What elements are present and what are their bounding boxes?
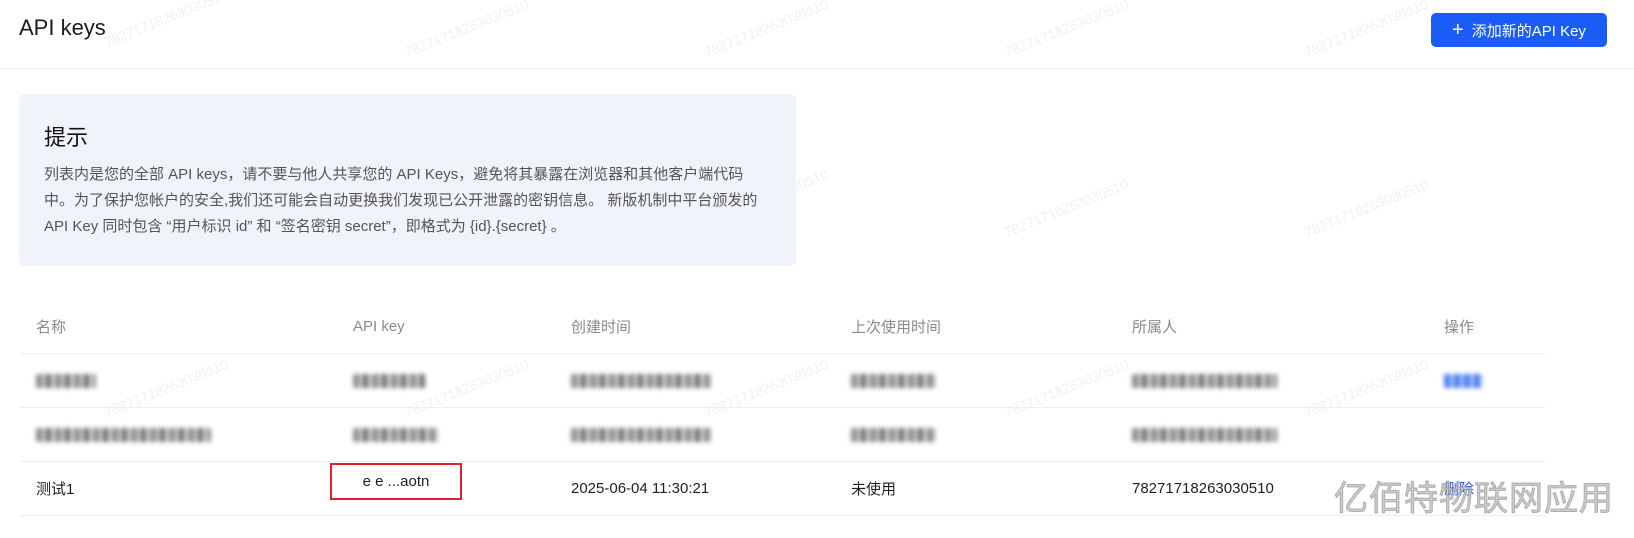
table-row: 测试1 e e ...aotn 2025-06-04 11:30:21 未使用 … (20, 462, 1545, 516)
column-header-name: 名称 (36, 319, 67, 336)
last-used-cell-redacted (851, 408, 936, 461)
tip-line: API Key 同时包含 “用户标识 id” 和 “签名密钥 secret”，即… (44, 218, 566, 235)
table-header-row: 名称 API key 创建时间 上次使用时间 所属人 操作 (20, 300, 1545, 354)
table-row (20, 408, 1545, 462)
name-cell-redacted (36, 354, 96, 407)
api-key-cell-redacted (353, 354, 425, 407)
brand-watermark: 亿佰特物联网应用 (1334, 479, 1614, 520)
api-keys-table: 名称 API key 创建时间 上次使用时间 所属人 操作 测试1 e e ..… (20, 300, 1545, 516)
page-title: API keys (19, 15, 106, 40)
tip-line: 中。为了保护您帐户的安全,我们还可能会自动更换我们发现已公开泄露的密钥信息。 新… (44, 192, 758, 209)
tip-title: 提示 (44, 125, 89, 150)
column-header-api-key: API key (353, 318, 405, 335)
column-header-owner: 所属人 (1132, 319, 1178, 336)
created-cell-redacted (571, 408, 711, 461)
api-key-highlight-box: e e ...aotn (330, 463, 462, 500)
table-row (20, 354, 1545, 408)
tip-body: 列表内是您的全部 API keys，请不要与他人共享您的 API Keys，避免… (44, 162, 774, 240)
add-api-key-button[interactable]: + 添加新的API Key (1431, 13, 1607, 47)
last-used-cell: 未使用 (851, 481, 897, 498)
owner-cell-redacted (1132, 354, 1277, 407)
tip-line: 列表内是您的全部 API keys，请不要与他人共享您的 API Keys，避免… (44, 166, 744, 183)
watermark-text: 78271718263030510 (1001, 175, 1131, 241)
api-key-value: e e ...aotn (362, 473, 430, 490)
name-cell-redacted (36, 408, 211, 461)
add-api-key-label: 添加新的API Key (1471, 22, 1586, 40)
name-cell: 测试1 (36, 481, 75, 498)
created-cell: 2025-06-04 11:30:21 (571, 480, 710, 497)
column-header-last-used: 上次使用时间 (851, 319, 942, 336)
column-header-created: 创建时间 (571, 319, 632, 336)
page-header: API keys + 添加新的API Key (0, 0, 1634, 69)
column-header-action: 操作 (1444, 319, 1475, 336)
owner-cell: 78271718263030510 (1132, 480, 1274, 497)
api-key-cell-redacted (353, 408, 438, 461)
action-link-redacted[interactable] (1444, 354, 1482, 407)
plus-icon: + (1452, 19, 1464, 41)
tip-panel: 提示 列表内是您的全部 API keys，请不要与他人共享您的 API Keys… (19, 94, 796, 266)
owner-cell-redacted (1132, 408, 1277, 461)
last-used-cell-redacted (851, 354, 936, 407)
watermark-text: 78271718263030510 (1301, 175, 1431, 241)
created-cell-redacted (571, 354, 711, 407)
